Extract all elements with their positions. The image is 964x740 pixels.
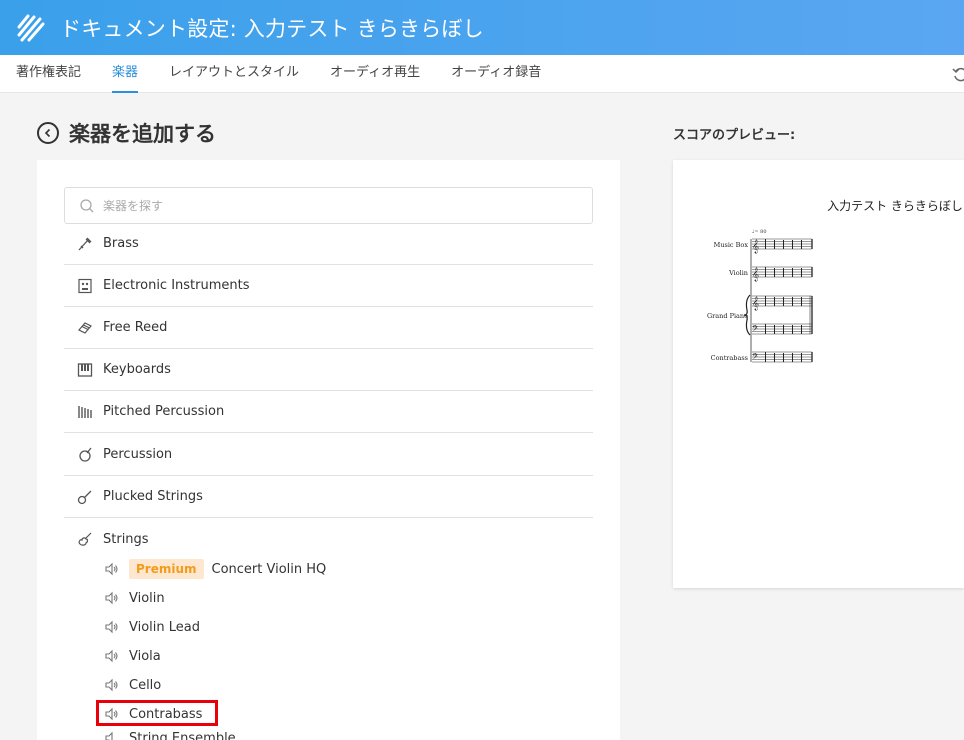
speaker-icon[interactable] [104,649,120,663]
piano-keys-icon [77,362,93,378]
tab-layout-style[interactable]: レイアウトとスタイル [169,55,299,93]
accordion-icon [77,320,93,336]
instrument-violin-lead[interactable]: Violin Lead [104,616,200,638]
page-header: 楽器を追加する [37,118,216,148]
contrabass-highlight-box [96,700,218,726]
instrument-string-ensemble[interactable]: String Ensemble [104,731,236,740]
svg-text:𝄞: 𝄞 [752,296,759,310]
score-title: 入力テスト きらきらぼし [827,199,963,213]
search-input[interactable] [103,198,583,213]
staff-label-contrabass: Contrabass [711,354,748,362]
page-title: 楽器を追加する [69,122,216,146]
staff-label-violin: Violin [728,269,748,277]
svg-text:𝄢: 𝄢 [752,353,759,364]
xylophone-icon [77,404,93,420]
tab-audio-playback[interactable]: オーディオ再生 [330,55,420,93]
speaker-icon[interactable] [104,678,120,692]
synth-icon [77,278,93,294]
speaker-icon[interactable] [104,731,120,740]
svg-text:𝄢: 𝄢 [752,325,759,336]
staff-label-music-box: Music Box [714,241,749,249]
instrument-violin[interactable]: Violin [104,587,165,609]
category-free-reed[interactable]: Free Reed [64,307,593,349]
back-button[interactable] [37,122,59,144]
speaker-icon[interactable] [104,591,120,605]
tempo-marking: ♩= 80 [752,229,767,235]
search-icon [80,198,94,212]
svg-text:𝄞: 𝄞 [752,267,759,281]
drum-icon [77,447,93,463]
app-logo-icon [17,14,45,41]
settings-tabs: 著作権表記 楽器 レイアウトとスタイル オーディオ再生 オーディオ録音 [0,55,964,93]
category-percussion[interactable]: Percussion [64,434,593,476]
staff-label-grand-piano: Grand Piano [707,312,748,320]
tab-audio-recording[interactable]: オーディオ録音 [451,55,541,93]
document-title: ドキュメント設定: 入力テスト きらきらぼし [60,16,484,41]
score-preview: 入力テスト きらきらぼし ♩= 80 Music Box Violin Gran… [673,160,964,588]
score-staves: ♩= 80 Music Box Violin Grand Piano Contr… [707,229,813,364]
guitar-icon [77,489,93,505]
premium-badge: Premium [129,559,204,579]
svg-text:𝄞: 𝄞 [752,239,759,253]
category-keyboards[interactable]: Keyboards [64,349,593,391]
trumpet-icon [77,236,93,252]
app-header: ドキュメント設定: 入力テスト きらきらぼし [0,0,964,55]
category-plucked-strings[interactable]: Plucked Strings [64,476,593,518]
tab-copyright[interactable]: 著作権表記 [16,55,81,93]
undo-icon[interactable] [952,66,964,82]
instrument-cello[interactable]: Cello [104,674,161,696]
category-pitched-percussion[interactable]: Pitched Percussion [64,391,593,433]
speaker-icon[interactable] [104,562,120,576]
category-electronic-instruments[interactable]: Electronic Instruments [64,265,593,307]
preview-label: スコアのプレビュー: [673,128,796,143]
tab-instruments[interactable]: 楽器 [112,55,139,93]
category-strings[interactable]: Strings [64,518,593,560]
instrument-concert-violin-hq[interactable]: Premium Concert Violin HQ [104,558,326,580]
violin-icon [77,531,93,547]
search-box[interactable] [64,187,593,224]
category-brass[interactable]: Brass [64,223,593,265]
chevron-left-icon [44,128,51,138]
speaker-icon[interactable] [104,620,120,634]
instrument-viola[interactable]: Viola [104,645,161,667]
